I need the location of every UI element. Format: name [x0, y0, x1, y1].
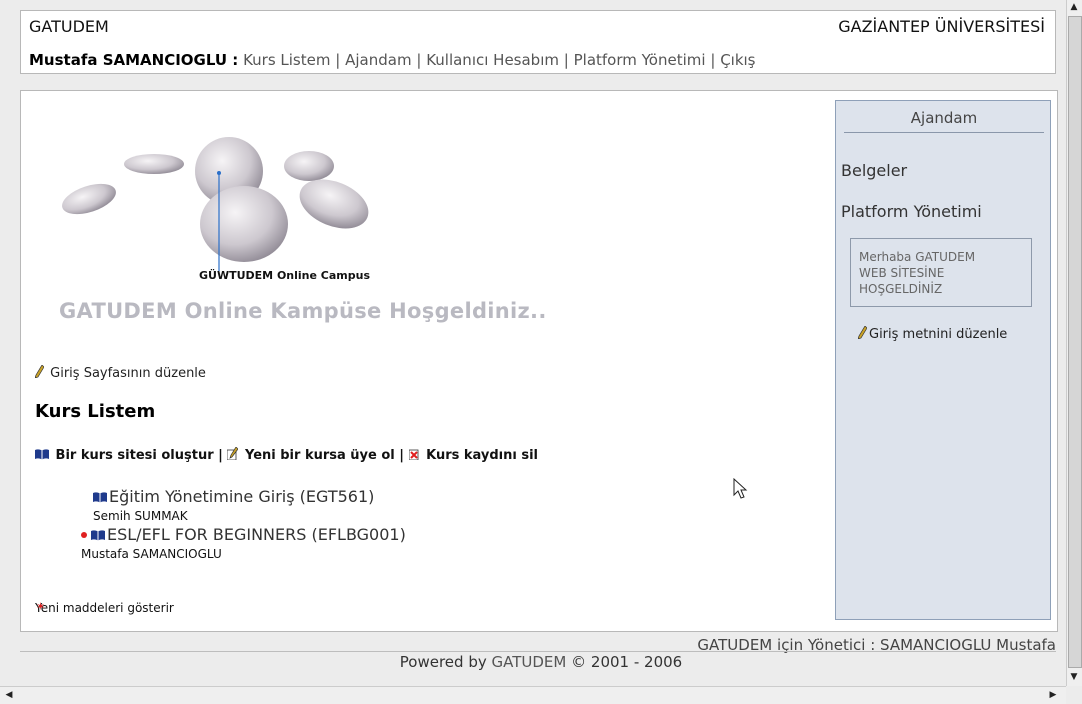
- sidebar-item-platform-yonetimi[interactable]: Platform Yönetimi: [841, 202, 982, 221]
- campus-stones-image: [62, 137, 369, 271]
- scroll-up-icon[interactable]: ▲: [1067, 0, 1081, 14]
- action-separator: |: [399, 448, 405, 463]
- list-item: Eğitim Yönetimine Giriş (EGT561) Semih S…: [93, 487, 374, 523]
- enroll-course-link[interactable]: Yeni bir kursa üye ol: [227, 447, 399, 463]
- action-separator: |: [218, 448, 223, 463]
- university-name: GAZİANTEP ÜNİVERSİTESİ: [838, 17, 1045, 36]
- edit-intro-label: Giriş metnini düzenle: [869, 327, 1008, 342]
- book-icon: [93, 492, 107, 503]
- enroll-pencil-icon: [227, 447, 239, 460]
- course-link-eflbg001[interactable]: ESL/EFL FOR BEGINNERS (EFLBG001): [81, 525, 406, 544]
- delete-icon: [408, 449, 418, 460]
- course-teacher: Mustafa SAMANCIOGLU: [81, 547, 222, 561]
- courses-heading: Kurs Listem: [35, 401, 156, 422]
- unenroll-course-label: Kurs kaydını sil: [426, 448, 539, 463]
- scroll-down-icon[interactable]: ▼: [1067, 670, 1081, 684]
- course-link-egt561[interactable]: Eğitim Yönetimine Giriş (EGT561): [93, 487, 374, 506]
- welcome-line: WEB SİTESİNE: [859, 266, 945, 280]
- nav-platform-yonetimi[interactable]: Platform Yönetimi: [574, 51, 706, 69]
- sidebar-title: Ajandam: [910, 109, 978, 127]
- copyright: © 2001 - 2006: [571, 653, 683, 671]
- welcome-message-box: Merhaba GATUDEM WEB SİTESİNE HOŞGELDİNİZ: [850, 238, 1032, 307]
- footer-powered-by: Powered by GATUDEM © 2001 - 2006: [0, 653, 1082, 671]
- nav-separator: |: [335, 51, 341, 69]
- nav-kullanici-hesabim[interactable]: Kullanıcı Hesabım: [426, 51, 559, 69]
- create-course-link[interactable]: Bir kurs sitesi oluştur: [35, 448, 218, 463]
- edit-home-label: Giriş Sayfasının düzenle: [50, 366, 206, 381]
- scroll-right-icon[interactable]: ▶: [1046, 688, 1060, 702]
- show-new-items-label: Yeni maddeleri gösterir: [35, 601, 174, 615]
- nav-separator: |: [710, 51, 716, 69]
- course-teacher: Semih SUMMAK: [93, 509, 188, 523]
- edit-home-page-link[interactable]: Giriş Sayfasının düzenle: [35, 365, 206, 381]
- nav-separator: |: [416, 51, 422, 69]
- user-name: Mustafa SAMANCIOGLU :: [29, 51, 239, 69]
- show-new-items-legend: ✶ Yeni maddeleri gösterir: [35, 600, 174, 615]
- agenda-sidebar: Ajandam Belgeler Platform Yönetimi Merha…: [835, 100, 1051, 620]
- nav-separator: |: [563, 51, 569, 69]
- powered-brand-link[interactable]: GATUDEM: [492, 653, 567, 671]
- powered-prefix: Powered by: [399, 653, 487, 671]
- campus-caption: GÜWTUDEM Online Campus: [199, 269, 371, 282]
- welcome-line: HOŞGELDİNİZ: [859, 282, 943, 296]
- vertical-scroll-thumb[interactable]: [1068, 16, 1082, 668]
- user-navigation: Mustafa SAMANCIOGLU : Kurs Listem | Ajan…: [29, 51, 756, 69]
- edit-intro-link[interactable]: Giriş metnini düzenle: [858, 326, 1007, 342]
- new-marker-icon: ✶: [36, 600, 46, 613]
- vertical-scrollbar[interactable]: ▲ ▼: [1066, 0, 1082, 686]
- create-course-label: Bir kurs sitesi oluştur: [55, 448, 214, 463]
- main-panel: GÜWTUDEM Online Campus GATUDEM Online Ka…: [20, 90, 1058, 632]
- new-item-dot-icon: [81, 532, 87, 538]
- book-icon: [91, 530, 105, 541]
- nav-kurs-listem[interactable]: Kurs Listem: [243, 51, 330, 69]
- header-bar: GATUDEM GAZİANTEP ÜNİVERSİTESİ Mustafa S…: [20, 10, 1056, 74]
- site-name: GATUDEM: [29, 17, 109, 36]
- course-actions-bar: Bir kurs sitesi oluştur | Yeni bir kursa…: [35, 447, 538, 463]
- unenroll-course-link[interactable]: Kurs kaydını sil: [408, 448, 539, 463]
- welcome-heading: GATUDEM Online Kampüse Hoşgeldiniz..: [59, 299, 547, 323]
- horizontal-scrollbar[interactable]: ◀ ▶: [0, 686, 1066, 704]
- welcome-line: Merhaba GATUDEM: [859, 250, 976, 264]
- sidebar-divider: [844, 132, 1044, 133]
- nav-cikis[interactable]: Çıkış: [720, 51, 755, 69]
- scroll-left-icon[interactable]: ◀: [2, 688, 16, 702]
- footer-divider: [20, 651, 1056, 652]
- book-icon: [35, 449, 49, 460]
- course-title: ESL/EFL FOR BEGINNERS (EFLBG001): [107, 525, 406, 544]
- list-item: ESL/EFL FOR BEGINNERS (EFLBG001) Mustafa…: [81, 525, 406, 561]
- nav-ajandam[interactable]: Ajandam: [345, 51, 411, 69]
- mouse-pointer-icon: [733, 478, 748, 499]
- pencil-icon: [858, 326, 867, 339]
- pencil-icon: [35, 365, 44, 378]
- course-title: Eğitim Yönetimine Giriş (EGT561): [109, 487, 375, 506]
- enroll-course-label: Yeni bir kursa üye ol: [244, 448, 395, 463]
- sidebar-item-belgeler[interactable]: Belgeler: [841, 161, 907, 180]
